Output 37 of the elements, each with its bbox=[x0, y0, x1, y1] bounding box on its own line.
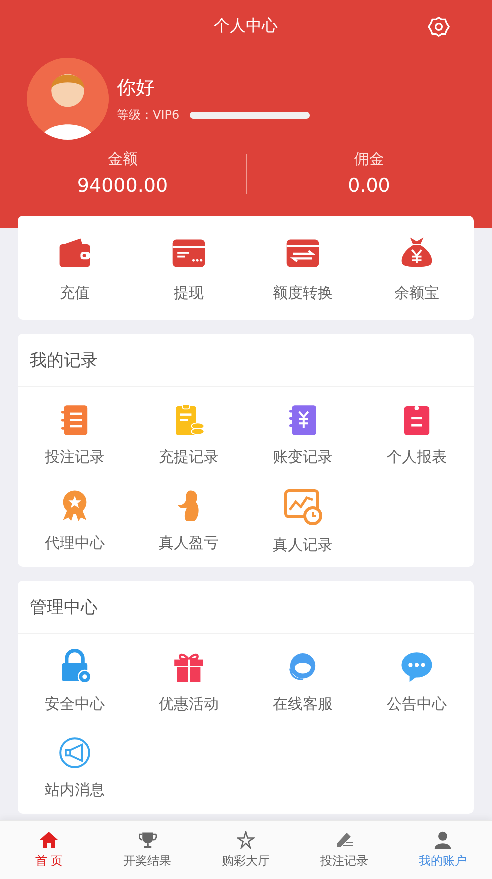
section-title: 我的记录 bbox=[18, 334, 474, 387]
menu-item[interactable]: 个人报表 bbox=[360, 391, 474, 477]
menu-item[interactable]: 真人记录 bbox=[246, 477, 360, 563]
trophy-icon bbox=[138, 830, 157, 848]
stat-value: 94000.00 bbox=[77, 175, 168, 197]
tab[interactable]: 首 页 bbox=[0, 821, 98, 879]
greeting: 你好 bbox=[117, 76, 156, 100]
vip-level: 等级：VIP6 bbox=[117, 106, 180, 124]
tab[interactable]: 购彩大厅 bbox=[196, 821, 296, 879]
pencil-icon bbox=[334, 830, 354, 848]
menu-item[interactable]: 提现 bbox=[132, 218, 246, 318]
tab[interactable]: 开奖结果 bbox=[98, 821, 197, 879]
megaphone-icon bbox=[57, 734, 93, 770]
menu-item[interactable]: 优惠活动 bbox=[132, 638, 246, 724]
tab[interactable]: 我的账户 bbox=[394, 821, 492, 879]
menu-item[interactable]: 额度转换 bbox=[246, 218, 360, 318]
menu-item[interactable]: 充值 bbox=[18, 218, 132, 318]
page-title: 个人中心 bbox=[214, 16, 278, 36]
tab[interactable]: 投注记录 bbox=[295, 821, 394, 879]
menu-item[interactable]: 在线客服 bbox=[246, 638, 360, 724]
stat-value: 0.00 bbox=[348, 175, 390, 197]
menu-item[interactable]: 真人盈亏 bbox=[132, 477, 246, 563]
menu-item[interactable]: 账变记录 bbox=[246, 391, 360, 477]
menu-item[interactable]: 投注记录 bbox=[18, 391, 132, 477]
menu-item[interactable]: 充提记录 bbox=[132, 391, 246, 477]
menu-item[interactable]: 安全中心 bbox=[18, 638, 132, 724]
user-icon bbox=[434, 830, 452, 848]
section-title: 管理中心 bbox=[18, 581, 474, 634]
settings-icon[interactable] bbox=[428, 16, 450, 38]
stat-label: 金额 bbox=[108, 150, 138, 169]
stat-label: 佣金 bbox=[354, 150, 384, 169]
home-icon bbox=[39, 830, 60, 848]
menu-item[interactable]: 余额宝 bbox=[360, 218, 474, 318]
menu-item[interactable]: 站内消息 bbox=[18, 724, 132, 810]
menu-item[interactable]: 代理中心 bbox=[18, 477, 132, 563]
menu-item[interactable]: 公告中心 bbox=[360, 638, 474, 724]
star-icon bbox=[237, 830, 256, 848]
